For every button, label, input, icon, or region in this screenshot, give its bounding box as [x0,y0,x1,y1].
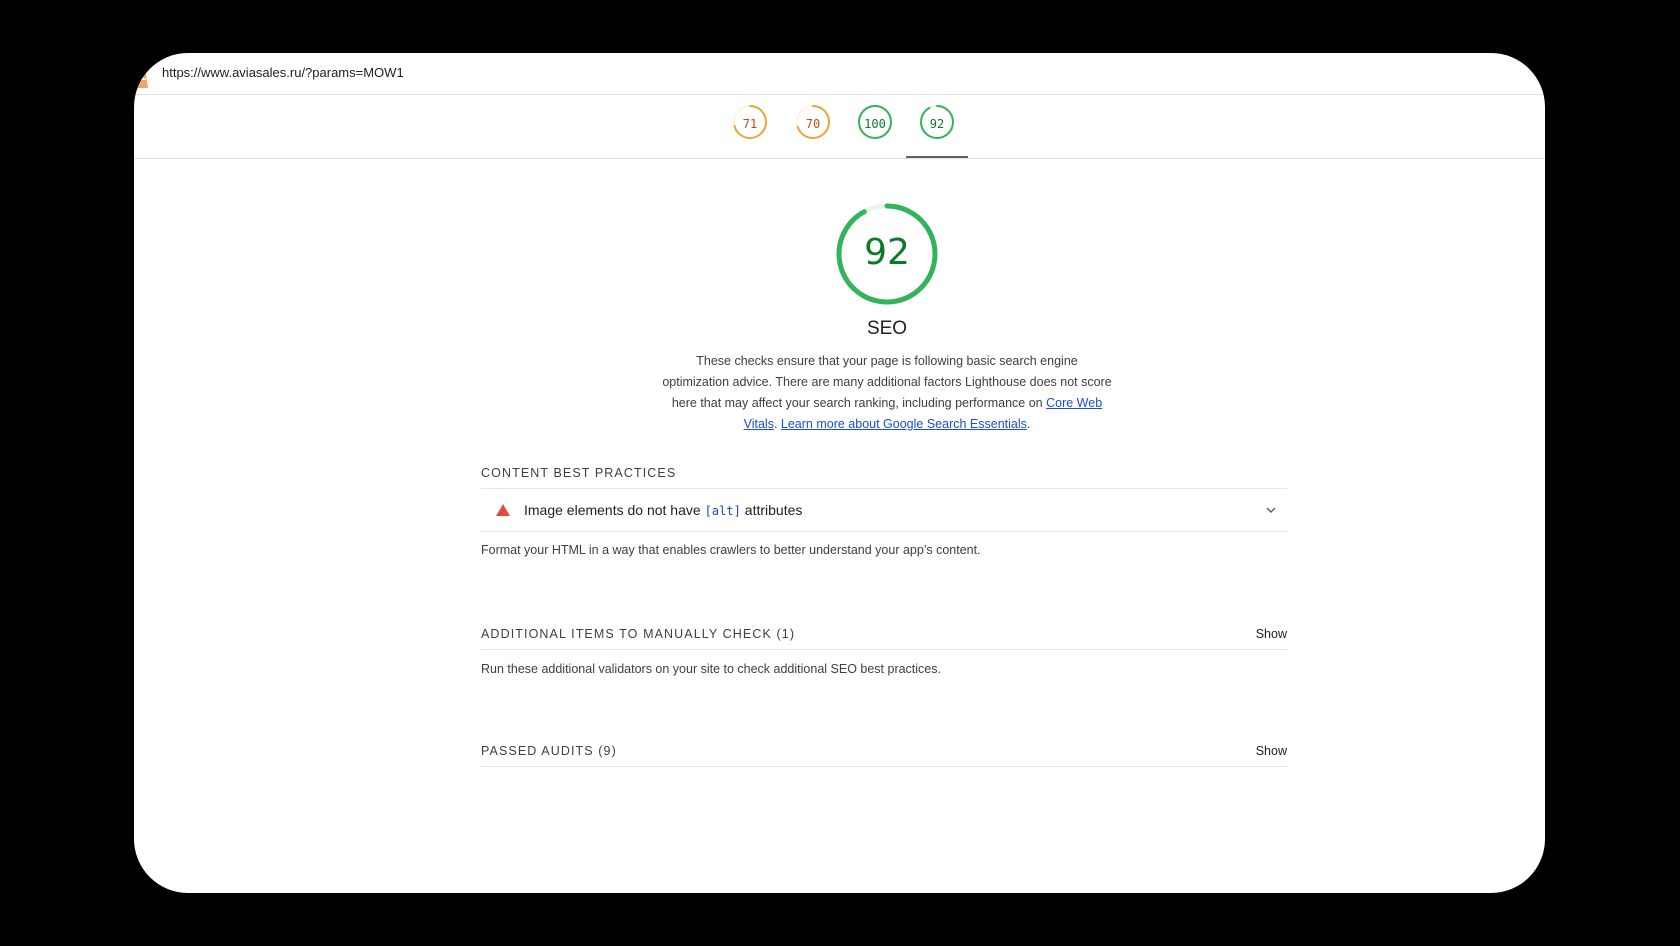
section-title: ADDITIONAL ITEMS TO MANUALLY CHECK (1) [481,627,796,641]
gauge-value: 100 [864,117,886,131]
lighthouse-icon [138,70,148,88]
section-description: Format your HTML in a way that enables c… [481,543,981,557]
score-gauge-strip: 71 70 100 92 [134,94,1545,159]
gauge-tab-best-practices[interactable]: 100 [844,104,906,158]
section-title: CONTENT BEST PRACTICES [481,466,677,480]
seo-score-gauge: 92 [834,201,940,307]
section-header: ADDITIONAL ITEMS TO MANUALLY CHECK (1) S… [481,627,1287,647]
category-description: These checks ensure that your page is fo… [662,351,1112,435]
section-header: PASSED AUDITS (9) Show [481,744,1287,764]
audit-title: Image elements do not have [alt] attribute… [524,502,802,518]
passed-audits-section: PASSED AUDITS (9) Show [481,744,1287,767]
link-end: . [1026,417,1031,431]
audit-image-alt[interactable]: Image elements do not have [alt] attribute… [481,489,1287,532]
show-passed-audits-button[interactable]: Show [1256,744,1287,764]
category-title: SEO [866,318,908,339]
manual-checks-section: ADDITIONAL ITEMS TO MANUALLY CHECK (1) S… [481,627,1287,676]
description-text: These checks ensure that your page is fo… [662,354,1112,410]
audit-title-before: Image elements do not have [524,502,701,518]
divider [481,766,1287,767]
content-best-practices-section: CONTENT BEST PRACTICES Image elements do… [481,466,1287,557]
section-description: Run these additional validators on your … [481,662,941,676]
browser-window: https://www.aviasales.ru/?params=MOW1 71… [134,53,1545,893]
url-bar[interactable]: https://www.aviasales.ru/?params=MOW1 [134,53,1545,95]
google-search-essentials-link[interactable]: Learn more about Google Search Essential… [781,417,1027,431]
section-header: CONTENT BEST PRACTICES [481,466,1287,486]
link-separator: . [773,417,781,431]
gauge-value: 71 [742,117,758,131]
divider [481,649,1287,650]
url-text: https://www.aviasales.ru/?params=MOW1 [162,65,404,80]
gauge-tab-performance[interactable]: 71 [719,104,781,158]
chevron-down-icon[interactable] [1265,504,1277,516]
score-value: 92 [864,232,910,273]
gauge-tab-seo[interactable]: 92 [906,104,968,158]
audit-title-after: attributes [744,502,803,518]
gauge-value: 92 [929,117,945,131]
warning-triangle-icon [496,504,510,516]
section-title: PASSED AUDITS (9) [481,744,617,758]
show-manual-checks-button[interactable]: Show [1256,627,1287,647]
audit-title-code: [alt] [704,504,741,518]
gauge-value: 70 [805,117,821,131]
gauge-tab-accessibility[interactable]: 70 [782,104,844,158]
